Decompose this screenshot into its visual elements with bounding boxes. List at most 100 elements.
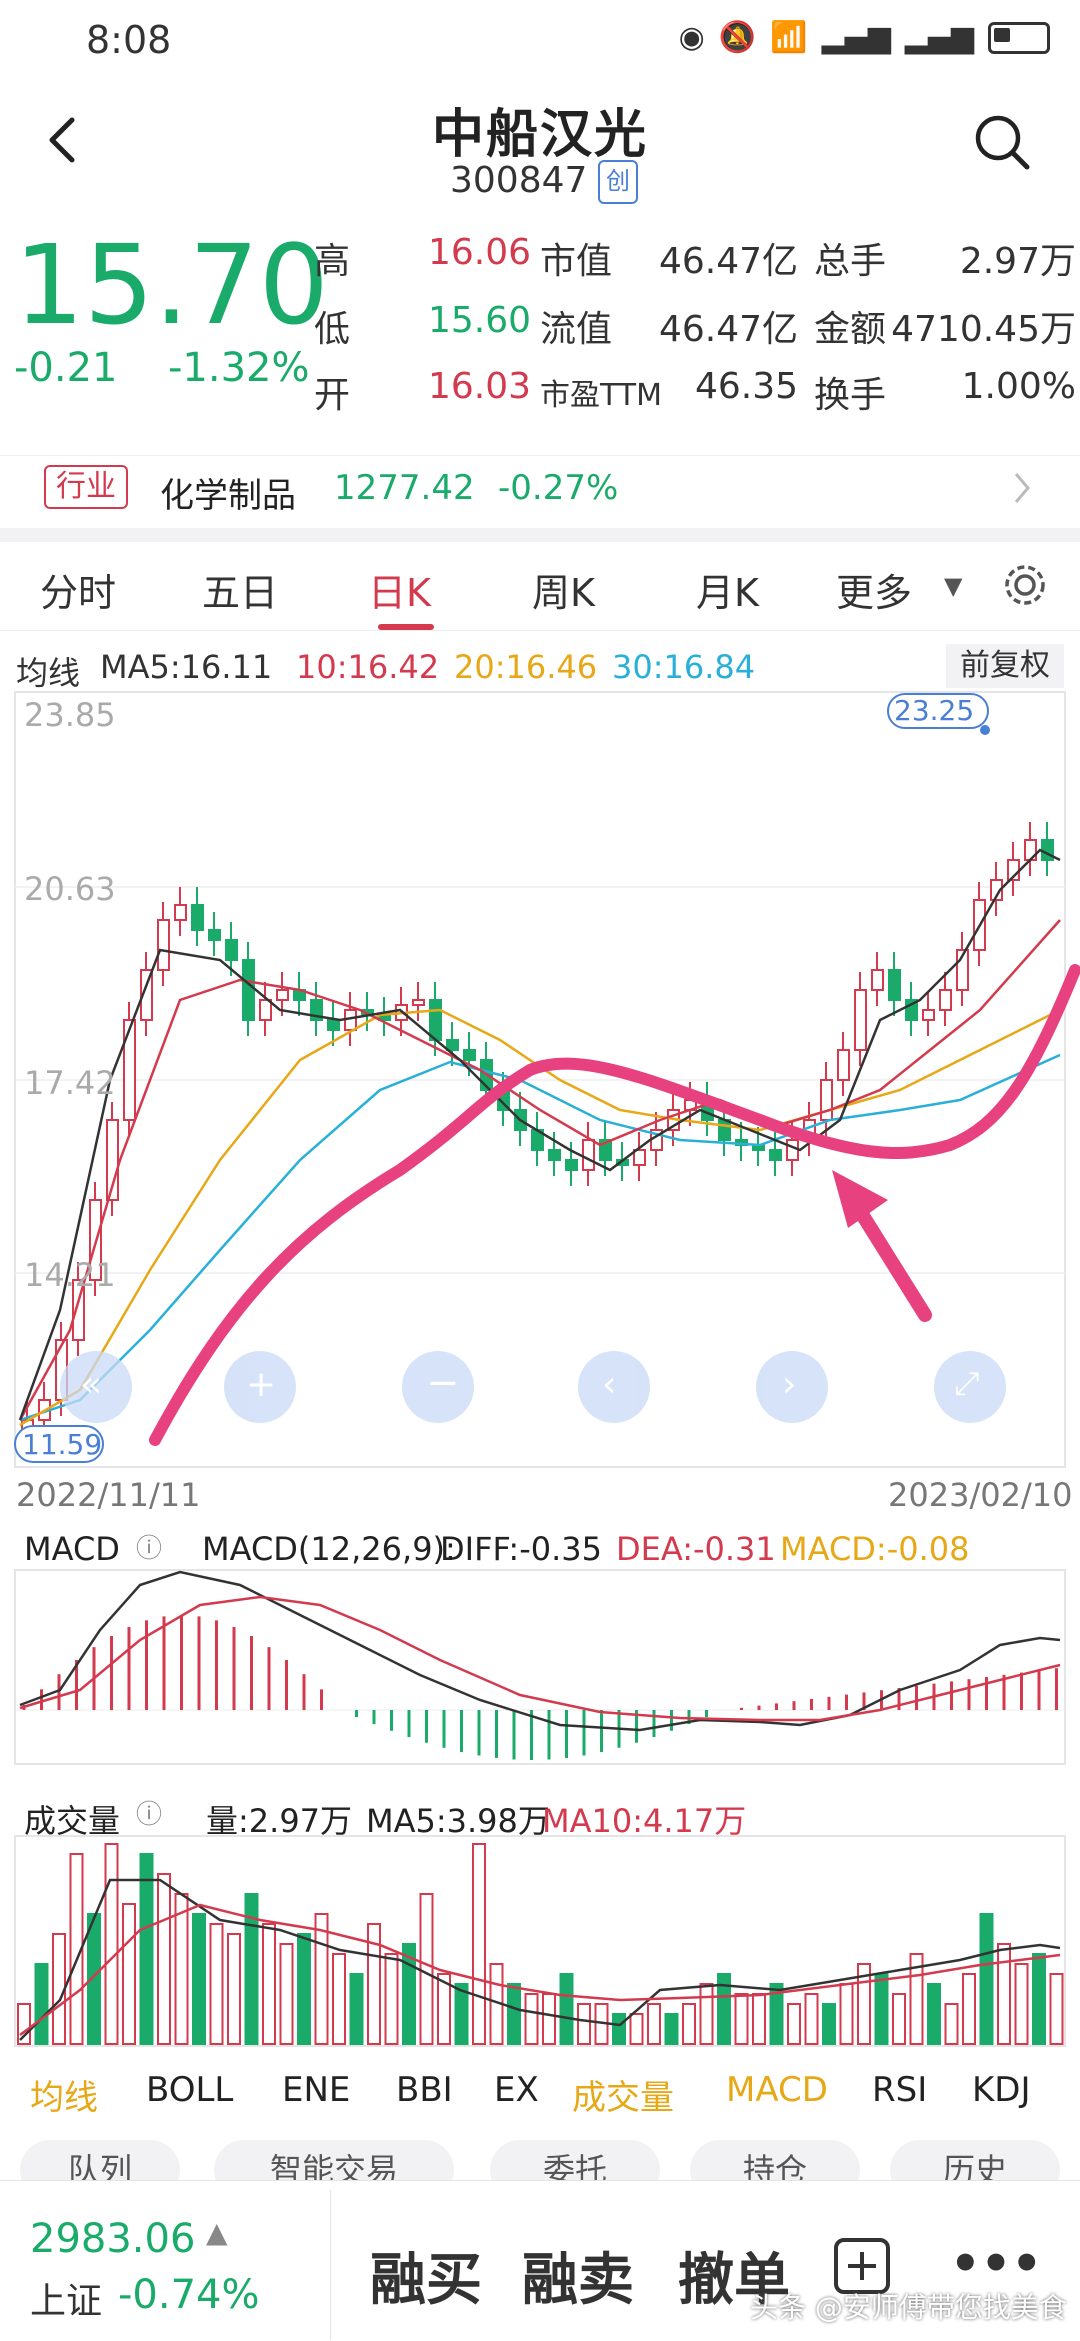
ind-rsi[interactable]: RSI bbox=[872, 2070, 927, 2110]
volume-bar bbox=[384, 1953, 399, 2045]
open-value: 16.03 bbox=[428, 366, 532, 407]
volume-bar bbox=[157, 1873, 171, 2045]
candle-body bbox=[871, 969, 884, 991]
zoom-out-icon[interactable]: − bbox=[426, 1360, 460, 1406]
end-date: 2023/02/10 bbox=[888, 1476, 1073, 1514]
ind-kdj[interactable]: KDJ bbox=[972, 2070, 1031, 2110]
volume-bar bbox=[647, 2003, 661, 2045]
active-tab-indicator bbox=[378, 624, 434, 630]
volume-bar bbox=[944, 2003, 959, 2045]
tab-5day[interactable]: 五日 bbox=[202, 562, 278, 617]
signal-icon-2: ▂▄▆ bbox=[904, 20, 974, 55]
index-pct: -0.74% bbox=[118, 2272, 260, 2318]
volume-bar bbox=[34, 1963, 49, 2045]
candle-body bbox=[157, 919, 170, 971]
volume-bar bbox=[17, 2003, 31, 2045]
candle-body bbox=[718, 1119, 731, 1141]
industry-tag: 行业 bbox=[44, 465, 128, 509]
candle-body bbox=[191, 904, 204, 931]
open-label: 开 bbox=[314, 375, 351, 416]
ma10-value: 10:16.42 bbox=[296, 648, 440, 686]
volume-bar bbox=[1032, 1953, 1046, 2045]
volume-bar bbox=[262, 1923, 276, 2045]
candle-body bbox=[276, 989, 289, 1001]
gear-icon[interactable] bbox=[1000, 560, 1050, 610]
ind-ex[interactable]: EX bbox=[494, 2070, 539, 2110]
float-label: 流值 bbox=[540, 309, 613, 350]
more-icon[interactable]: ••• bbox=[950, 2236, 1042, 2292]
ind-bbi[interactable]: BBI bbox=[396, 2070, 453, 2110]
volume-bar bbox=[297, 1933, 311, 2045]
chevron-right-icon bbox=[1014, 473, 1030, 503]
current-price: 15.70 bbox=[14, 221, 329, 349]
ind-ma[interactable]: 均线 bbox=[30, 2070, 98, 2119]
diff-line bbox=[19, 1570, 1061, 1732]
candle-body bbox=[412, 999, 425, 1006]
max-price-label: 23.25 bbox=[894, 694, 975, 727]
volume-bar bbox=[804, 1993, 819, 2045]
low-value: 15.60 bbox=[428, 300, 532, 341]
tab-more[interactable]: 更多 bbox=[836, 562, 912, 617]
tab-monthly-k[interactable]: 月K bbox=[696, 562, 759, 617]
tab-daily-k[interactable]: 日K bbox=[368, 562, 431, 617]
candle-body bbox=[922, 1009, 935, 1021]
low-label: 低 bbox=[314, 309, 351, 350]
volume-bar bbox=[577, 2003, 591, 2045]
volume-bar bbox=[542, 1993, 556, 2045]
candle-body bbox=[242, 959, 255, 1021]
tab-weekly-k[interactable]: 周K bbox=[532, 562, 595, 617]
volume-bar bbox=[139, 1853, 154, 2045]
volume-bar bbox=[52, 1933, 66, 2045]
volume-bar bbox=[612, 2013, 626, 2045]
candle-body bbox=[208, 929, 221, 941]
dea-line bbox=[19, 1595, 1061, 1722]
search-icon[interactable] bbox=[972, 112, 1032, 172]
ma-label: 均线 bbox=[16, 654, 81, 692]
ind-boll[interactable]: BOLL bbox=[146, 2070, 233, 2110]
volume-value: 2.97万 bbox=[959, 241, 1076, 282]
margin-sell-button[interactable]: 融卖 bbox=[522, 2235, 634, 2316]
industry-index: 1277.42 bbox=[334, 468, 475, 508]
adjust-toggle[interactable]: 前复权 bbox=[946, 644, 1064, 688]
y-tick-3: 17.42 bbox=[24, 1064, 116, 1102]
candle-body bbox=[259, 999, 272, 1021]
candle-body bbox=[174, 904, 187, 921]
help-icon-2[interactable]: ⓘ bbox=[136, 1794, 162, 1831]
triangle-icon: ▲ bbox=[206, 2216, 228, 2249]
help-icon[interactable]: ⓘ bbox=[136, 1528, 162, 1565]
status-bar: 8:08 ◉ 🔕 📶 ▂▄▆ ▂▄▆ bbox=[0, 0, 1080, 80]
next-icon[interactable]: › bbox=[782, 1364, 796, 1405]
volume-bar bbox=[227, 1933, 241, 2045]
industry-pct: -0.27% bbox=[498, 468, 619, 508]
volume-bar bbox=[1049, 1973, 1064, 2045]
tab-intraday[interactable]: 分时 bbox=[40, 562, 116, 617]
candle-body bbox=[429, 999, 442, 1041]
y-tick-1: 23.85 bbox=[24, 696, 116, 734]
ind-volume[interactable]: 成交量 bbox=[572, 2070, 674, 2119]
ind-ene[interactable]: ENE bbox=[282, 2070, 350, 2110]
volume-bar bbox=[962, 1973, 976, 2045]
scroll-left-icon[interactable]: « bbox=[80, 1364, 102, 1405]
zoom-in-icon[interactable]: + bbox=[246, 1364, 276, 1405]
battery-icon bbox=[988, 21, 1050, 54]
eye-icon: ◉ bbox=[678, 20, 705, 55]
mktcap-label: 市值 bbox=[540, 241, 613, 282]
volume-bar bbox=[559, 1973, 574, 2045]
volume-bar bbox=[332, 1953, 346, 2045]
candle-body bbox=[225, 939, 238, 961]
candle-body bbox=[123, 1019, 136, 1121]
ind-macd[interactable]: MACD bbox=[726, 2070, 828, 2110]
prev-icon[interactable]: ‹ bbox=[602, 1364, 616, 1405]
margin-buy-button[interactable]: 融买 bbox=[370, 2235, 482, 2316]
fullscreen-icon[interactable]: ⤢ bbox=[954, 1364, 980, 1403]
candle-body bbox=[565, 1159, 578, 1171]
candle-body bbox=[939, 989, 952, 1011]
float-value: 46.47亿 bbox=[658, 309, 798, 350]
macd-params: MACD(12,26,9): bbox=[202, 1530, 456, 1568]
pe-value: 46.35 bbox=[694, 366, 798, 407]
volume-bar bbox=[874, 1973, 889, 2045]
volume-bar bbox=[192, 1913, 206, 2045]
macd-value: MACD:-0.08 bbox=[780, 1530, 970, 1568]
dropdown-icon[interactable]: ▼ bbox=[944, 572, 962, 600]
candle-body bbox=[786, 1139, 799, 1161]
